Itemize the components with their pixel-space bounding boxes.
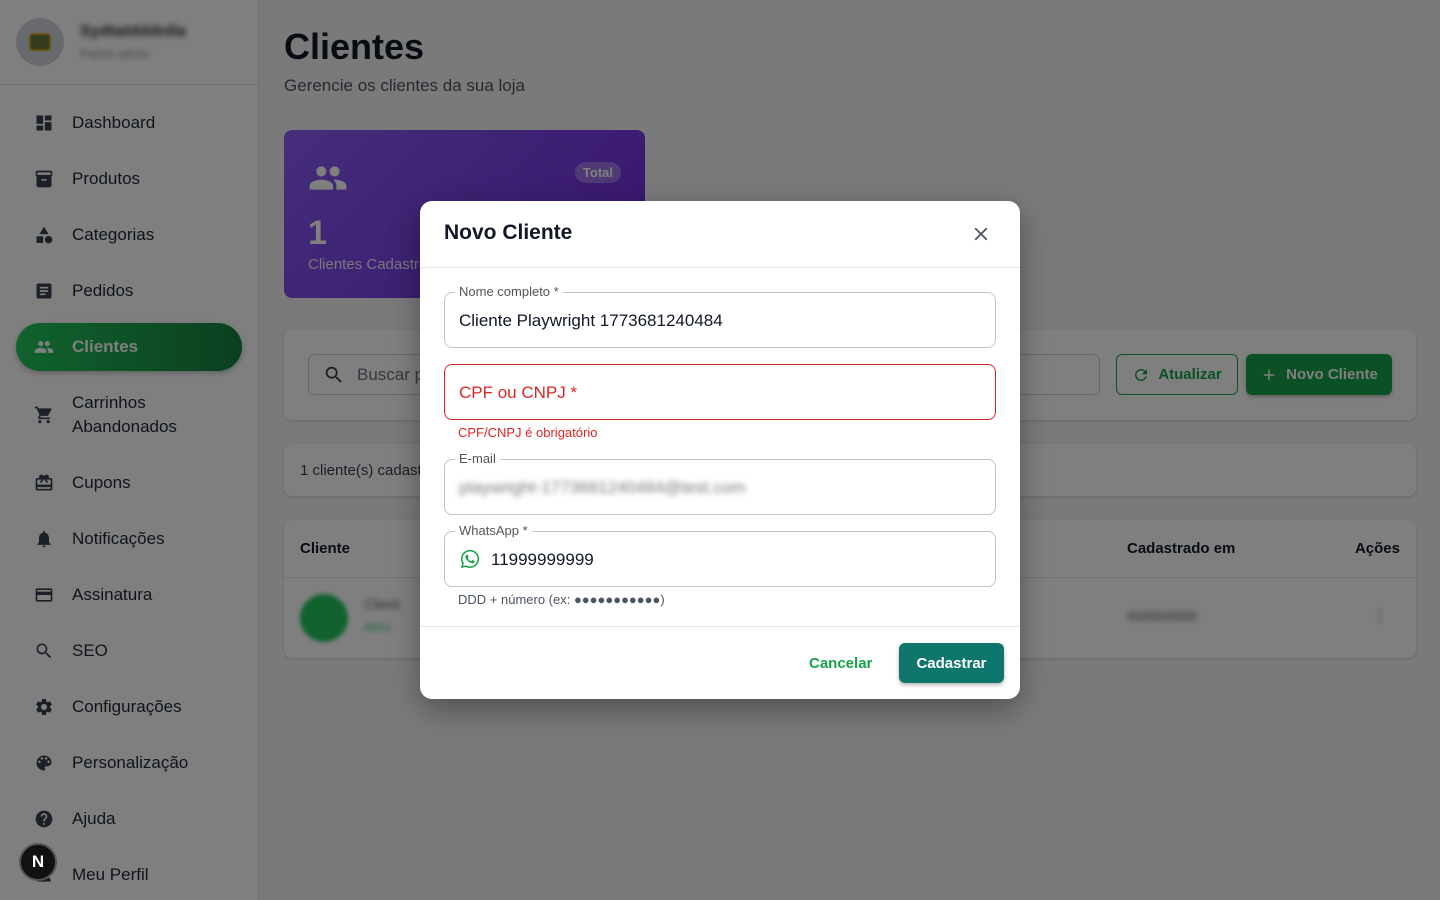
whatsapp-helper: DDD + número (ex: ●●●●●●●●●●●)	[458, 592, 665, 607]
whatsapp-icon	[460, 549, 480, 569]
whatsapp-value: 11999999999	[491, 550, 594, 569]
email-value: playwright-1773681240484@test.com	[459, 478, 746, 497]
cpf-cnpj-field[interactable]: CPF ou CNPJ *	[444, 364, 996, 420]
close-icon	[974, 227, 988, 241]
close-button[interactable]	[970, 223, 992, 245]
dialog-footer-divider	[420, 626, 1020, 627]
name-label: Nome completo *	[455, 284, 563, 299]
email-label: E-mail	[455, 451, 500, 466]
dialog-title: Novo Cliente	[444, 221, 573, 244]
cpf-cnpj-placeholder: CPF ou CNPJ *	[459, 383, 578, 402]
email-field[interactable]: E-mail playwright-1773681240484@test.com	[444, 451, 996, 515]
dev-tools-badge[interactable]: N	[19, 843, 57, 881]
name-field[interactable]: Nome completo * Cliente Playwright 17736…	[444, 284, 996, 348]
whatsapp-label: WhatsApp *	[455, 523, 532, 538]
submit-button[interactable]: Cadastrar	[899, 643, 1004, 683]
dialog-header-divider	[420, 267, 1020, 268]
cancel-button[interactable]: Cancelar	[809, 655, 872, 672]
cpf-cnpj-error: CPF/CNPJ é obrigatório	[458, 425, 598, 440]
whatsapp-field[interactable]: WhatsApp * 11999999999	[444, 523, 996, 587]
name-value: Cliente Playwright 1773681240484	[459, 311, 723, 330]
new-client-dialog: Novo Cliente Nome completo * Cliente Pla…	[420, 201, 1020, 699]
